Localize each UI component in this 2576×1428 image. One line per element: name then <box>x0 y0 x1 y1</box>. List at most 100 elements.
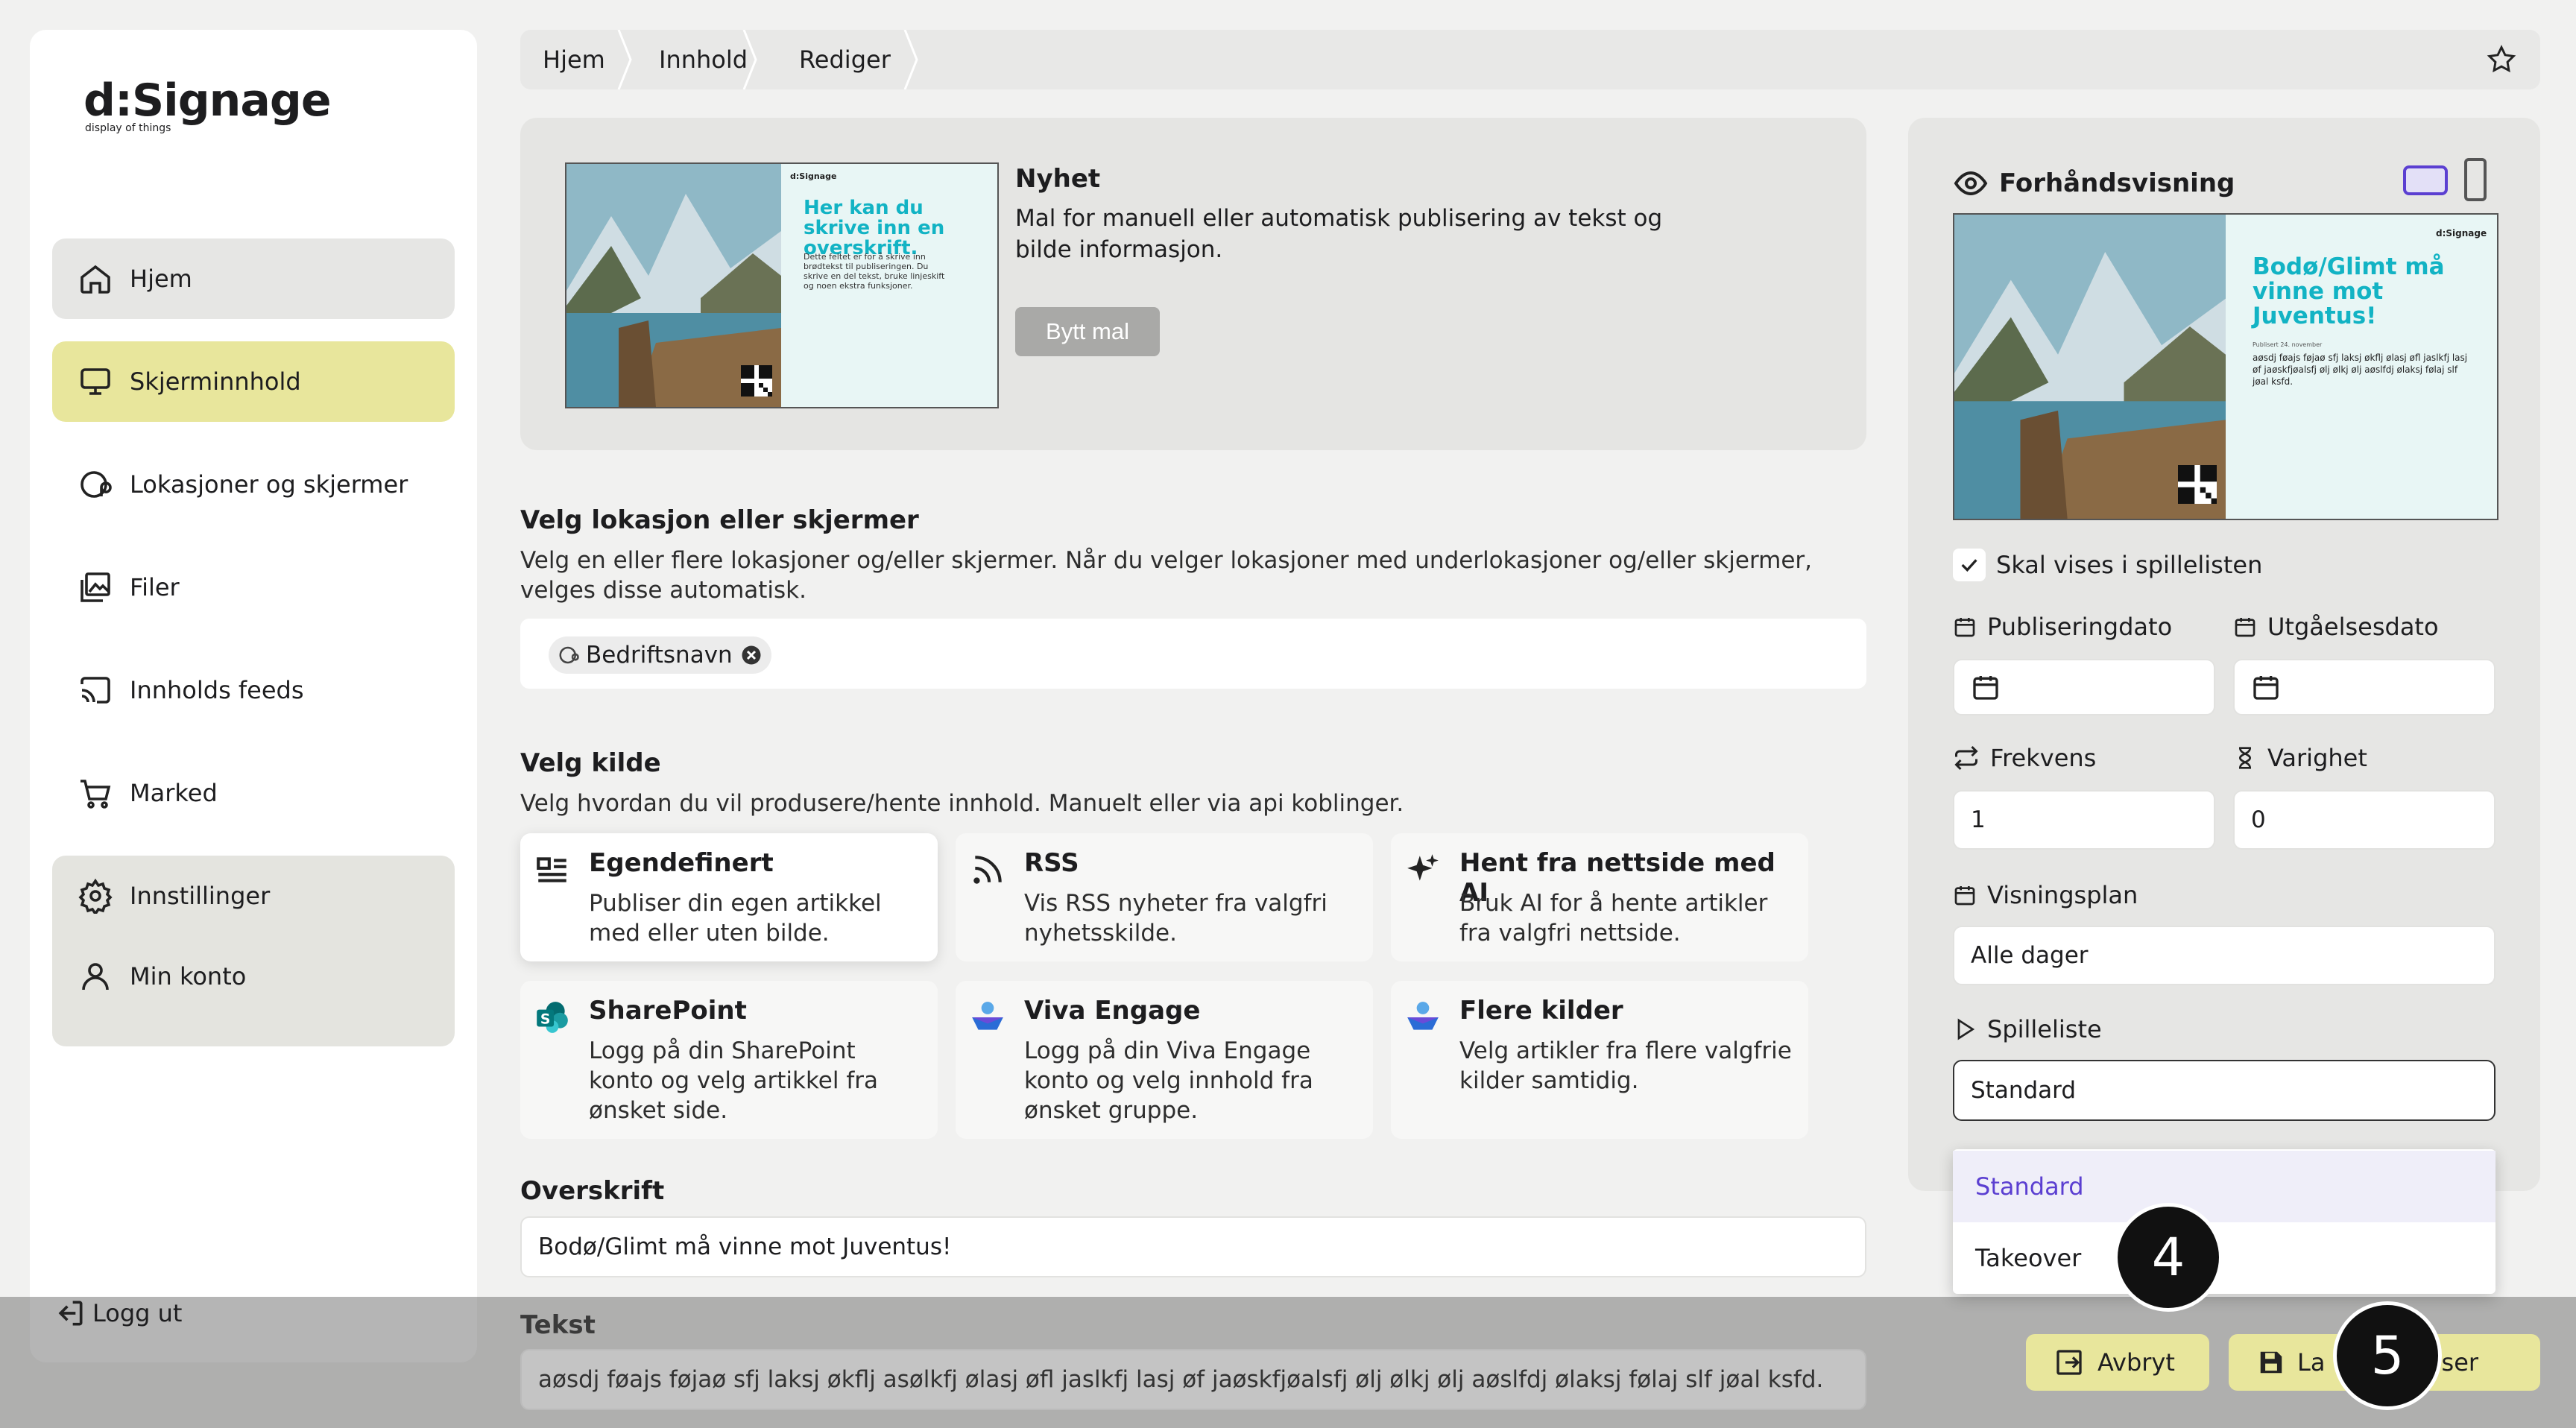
source-section-title: Velg kilde <box>520 748 661 778</box>
sidebar-item-settings[interactable]: Innstillinger <box>52 856 455 936</box>
user-icon <box>78 958 113 994</box>
sidebar-item-label: Marked <box>130 779 218 807</box>
headline-input[interactable]: Bodø/Glimt må vinne mot Juventus! <box>520 1216 1866 1277</box>
eye-icon <box>1953 165 1989 201</box>
location-section-title: Velg lokasjon eller skjermer <box>520 505 919 535</box>
chevron-right-icon <box>742 30 757 89</box>
repeat-icon <box>1953 745 1980 771</box>
sidebar-item-content-feeds[interactable]: Innholds feeds <box>52 650 455 730</box>
calendar-icon <box>2251 672 2281 702</box>
sidebar-item-market[interactable]: Marked <box>52 753 455 833</box>
breadcrumb-edit[interactable]: Rediger <box>799 30 891 89</box>
sidebar-item-screen-content[interactable]: Skjerminnhold <box>52 341 455 422</box>
source-card-custom[interactable]: Egendefinert Publiser din egen artikkel … <box>520 833 938 961</box>
location-section-description: Velg en eller flere lokasjoner og/eller … <box>520 547 1813 604</box>
qr-code-icon <box>2178 465 2217 504</box>
publish-date-input[interactable] <box>1953 659 2215 715</box>
step-badge-5: 5 <box>2333 1301 2442 1410</box>
thumb-heading: Her kan du skrive inn en overskrift. <box>804 197 945 259</box>
viva-engage-icon <box>969 999 1006 1036</box>
source-card-title: RSS <box>1024 848 1079 878</box>
hourglass-icon <box>2233 746 2257 770</box>
calendar-icon <box>1971 672 2001 702</box>
playlist-option-takeover[interactable]: Takeover <box>1953 1222 2496 1294</box>
sidebar-item-locations[interactable]: Lokasjoner og skjermer <box>52 444 455 525</box>
qr-code-icon <box>741 365 772 397</box>
source-card-title: Flere kilder <box>1459 996 1623 1026</box>
text-input[interactable]: aøsdj føajs føjaø sfj laksj økflj asølkf… <box>520 1349 1866 1410</box>
source-card-description: Vis RSS nyheter fra valgfri nyhetsskilde… <box>1024 890 1328 947</box>
thumb-brand: d:Signage <box>790 171 837 181</box>
monitor-icon <box>78 364 113 399</box>
publish-date-label: Publiseringdato <box>1953 613 2172 641</box>
source-card-description: Bruk AI for å hente artikler fra valgfri… <box>1459 890 1768 947</box>
portrait-toggle[interactable] <box>2464 158 2487 201</box>
breadcrumb-home[interactable]: Hjem <box>543 30 605 89</box>
step-badge-4: 4 <box>2114 1203 2223 1312</box>
source-card-sharepoint[interactable]: S SharePoint Logg på din SharePoint kont… <box>520 981 938 1139</box>
template-thumbnail: d:Signage Her kan du skrive inn en overs… <box>565 162 999 408</box>
breadcrumb-content[interactable]: Innhold <box>659 30 748 89</box>
star-icon[interactable] <box>2485 30 2518 89</box>
logout-icon <box>54 1297 86 1330</box>
duration-input[interactable]: 0 <box>2233 790 2496 850</box>
sidebar-item-label: Skjerminnhold <box>130 367 301 396</box>
gear-icon <box>78 878 113 914</box>
remove-chip-icon[interactable] <box>740 644 763 666</box>
text-label: Tekst <box>520 1310 596 1340</box>
show-in-playlist-row[interactable]: Skal vises i spillelisten <box>1953 549 2262 581</box>
logout-button[interactable]: Logg ut <box>54 1297 182 1330</box>
chip-label: Bedriftsnavn <box>586 642 733 669</box>
cancel-button[interactable]: Avbryt <box>2026 1334 2209 1391</box>
template-description: Mal for manuell eller automatisk publise… <box>1015 205 1663 263</box>
calendar-icon <box>1953 883 1977 907</box>
logo-tagline: display of things <box>85 122 171 134</box>
playlist-dropdown: Standard Takeover <box>1953 1149 2496 1294</box>
cart-icon <box>78 775 113 811</box>
sparkle-icon <box>1404 851 1442 888</box>
sidebar-item-label: Innstillinger <box>130 882 271 910</box>
calendar-icon <box>1953 615 1977 639</box>
change-template-button[interactable]: Bytt mal <box>1015 307 1160 356</box>
source-card-viva-engage[interactable]: Viva Engage Logg på din Viva Engage kont… <box>956 981 1373 1139</box>
sidebar-item-home[interactable]: Hjem <box>52 238 455 319</box>
sidebar-item-label: Min konto <box>130 962 247 991</box>
source-section-description: Velg hvordan du vil produsere/hente innh… <box>520 790 1404 817</box>
multi-source-icon <box>1404 999 1442 1036</box>
landscape-toggle[interactable] <box>2403 165 2448 195</box>
chevron-right-icon <box>903 30 918 89</box>
preview-subline: Publisert 24. november <box>2253 341 2323 348</box>
schedule-select[interactable]: Alle dager <box>1953 926 2496 985</box>
sidebar-item-account[interactable]: Min konto <box>52 936 455 1017</box>
duration-label: Varighet <box>2233 744 2367 772</box>
template-title: Nyhet <box>1015 164 1101 194</box>
playlist-select[interactable]: Standard <box>1953 1060 2496 1121</box>
source-card-description: Publiser din egen artikkel med eller ute… <box>589 890 882 947</box>
location-chip[interactable]: Bedriftsnavn <box>549 636 771 674</box>
source-card-rss[interactable]: RSS Vis RSS nyheter fra valgfri nyhetssk… <box>956 833 1373 961</box>
checkbox-checked[interactable] <box>1953 549 1986 581</box>
source-card-title: Egendefinert <box>589 848 774 878</box>
expire-date-label: Utgåelsesdato <box>2233 613 2439 641</box>
source-card-multi[interactable]: Flere kilder Velg artikler fra flere val… <box>1391 981 1808 1139</box>
save-icon <box>2257 1348 2285 1377</box>
sharepoint-icon: S <box>534 999 571 1036</box>
headline-label: Overskrift <box>520 1176 665 1206</box>
expire-date-input[interactable] <box>2233 659 2496 715</box>
sidebar-item-files[interactable]: Filer <box>52 547 455 628</box>
source-card-description: Logg på din Viva Engage konto og velg in… <box>1024 1037 1313 1124</box>
source-card-ai[interactable]: Hent fra nettside med AI Bruk AI for å h… <box>1391 833 1808 961</box>
preview-image: d:Signage Bodø/Glimt må vinne mot Juvent… <box>1953 213 2498 520</box>
location-icon <box>78 467 113 502</box>
breadcrumb: Hjem Innhold Rediger <box>520 30 2540 89</box>
playlist-option-standard[interactable]: Standard <box>1953 1151 2496 1222</box>
exit-icon <box>2054 1348 2084 1377</box>
sidebar-item-label: Hjem <box>130 265 192 293</box>
play-icon <box>1953 1017 1977 1041</box>
article-icon <box>534 851 571 888</box>
sidebar-item-label: Innholds feeds <box>130 676 304 704</box>
frequency-input[interactable]: 1 <box>1953 790 2215 850</box>
home-icon <box>78 261 113 297</box>
schedule-label: Visningsplan <box>1953 881 2138 909</box>
source-card-title: Viva Engage <box>1024 996 1201 1026</box>
